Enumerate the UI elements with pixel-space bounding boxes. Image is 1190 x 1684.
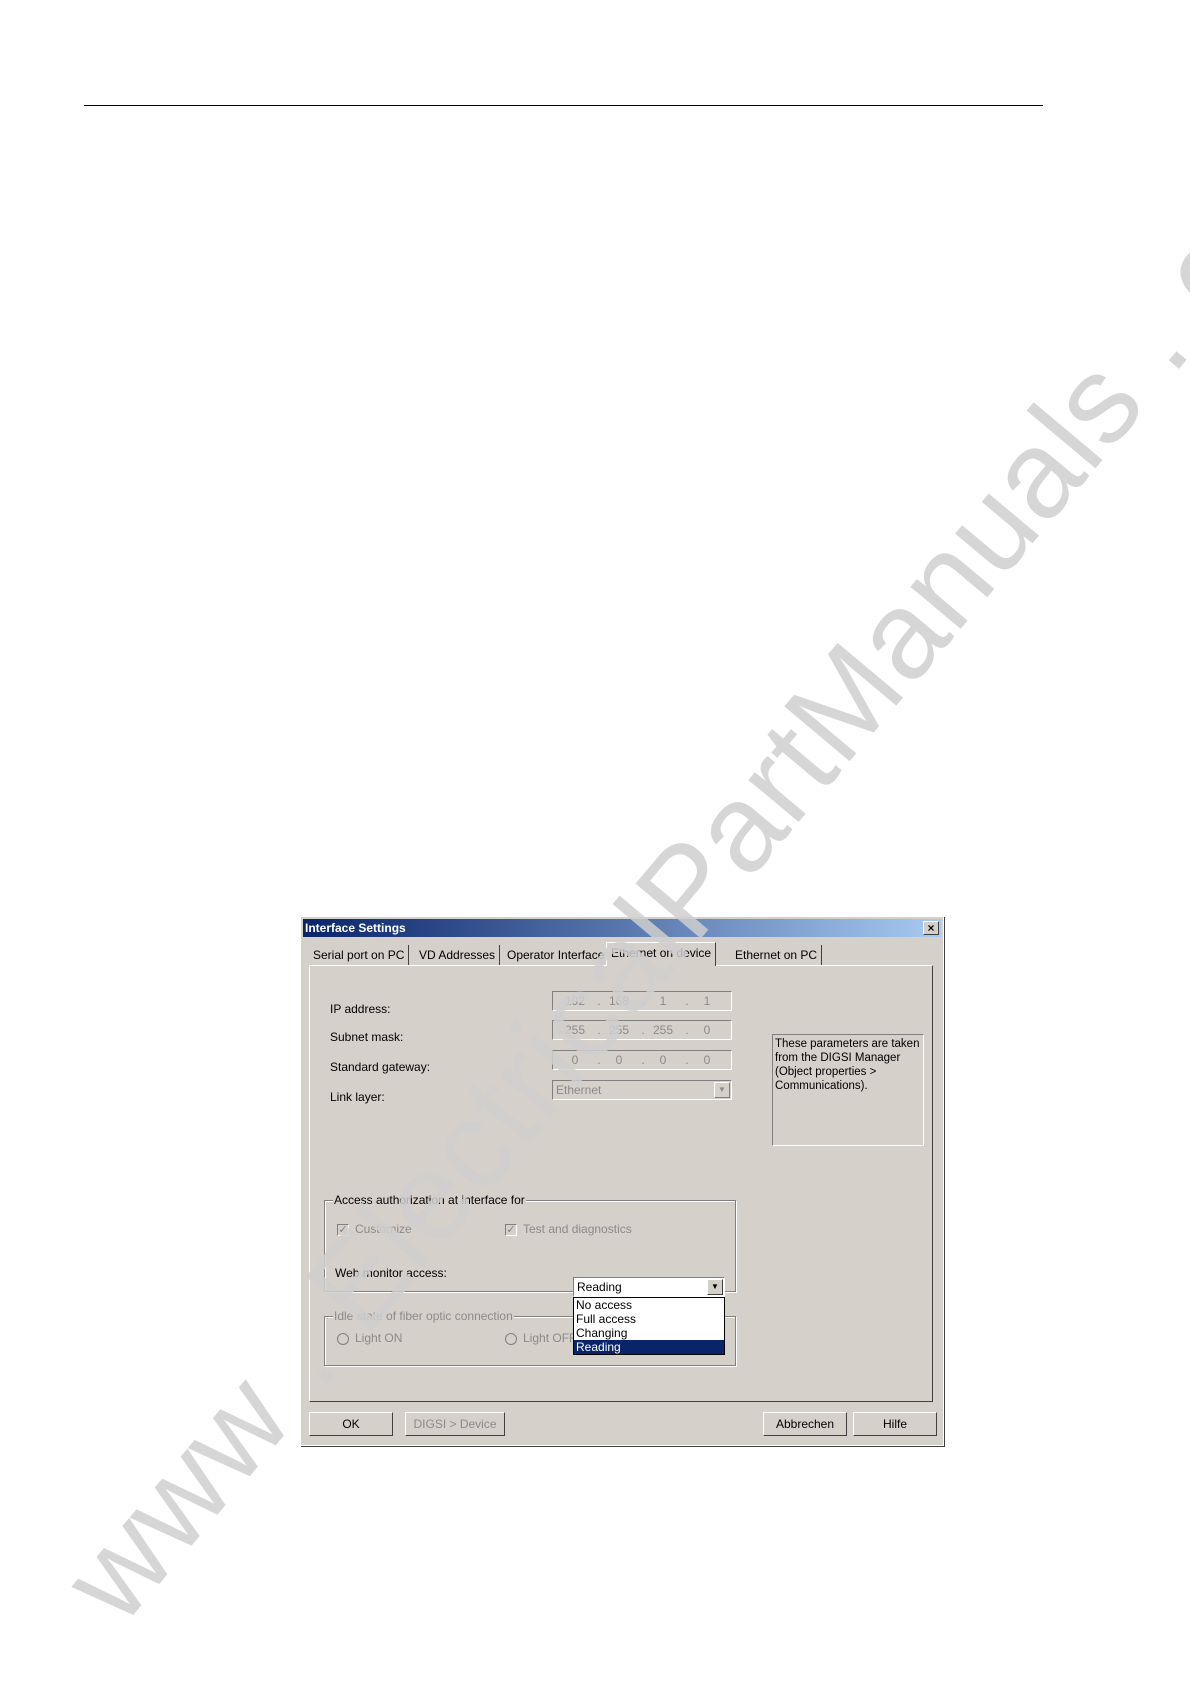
ip-address-label: IP address: — [330, 1002, 391, 1016]
test-diagnostics-label: Test and diagnostics — [523, 1222, 632, 1236]
checkmark-icon: ✓ — [506, 1224, 516, 1236]
light-on-label: Light ON — [355, 1331, 403, 1345]
subnet-mask-field[interactable]: 255 . 255 . 255 . 0 — [552, 1020, 732, 1040]
subnet-mask-label: Subnet mask: — [330, 1030, 404, 1044]
customize-checkbox[interactable]: ✓ — [337, 1224, 349, 1236]
tab-serial-port[interactable]: Serial port on PC — [309, 945, 410, 965]
web-monitor-select[interactable]: Reading ▼ — [573, 1277, 725, 1297]
subnet-octet: 255 — [564, 1023, 586, 1037]
ok-button[interactable]: OK — [309, 1412, 393, 1436]
help-button[interactable]: Hilfe — [853, 1412, 937, 1436]
access-authorization-title: Access authorization at interface for — [333, 1193, 526, 1207]
subnet-octet: 0 — [703, 1023, 711, 1037]
standard-gateway-label: Standard gateway: — [330, 1060, 431, 1074]
chevron-down-icon: ▼ — [714, 1082, 730, 1098]
light-on-radio[interactable] — [337, 1333, 349, 1345]
link-layer-label: Link layer: — [330, 1090, 385, 1104]
ip-octet: 1 — [703, 994, 711, 1008]
cancel-button[interactable]: Abbrechen — [763, 1412, 847, 1436]
web-monitor-value: Reading — [577, 1280, 622, 1294]
close-button[interactable]: × — [923, 921, 939, 935]
ip-octet: 1 — [659, 994, 667, 1008]
light-off-label: Light OFF — [523, 1331, 577, 1345]
web-monitor-dropdown: No access Full access Changing Reading — [573, 1297, 725, 1355]
digsi-device-button[interactable]: DIGSI > Device — [405, 1412, 505, 1436]
checkmark-icon: ✓ — [338, 1224, 348, 1236]
tab-ethernet-on-pc[interactable]: Ethernet on PC — [731, 945, 823, 965]
gateway-octet: 0 — [659, 1053, 667, 1067]
tab-operator-interface[interactable]: Operator Interface — [503, 945, 610, 965]
dropdown-option-selected[interactable]: Reading — [574, 1340, 724, 1354]
dialog-title: Interface Settings — [305, 921, 406, 935]
info-box: These parameters are taken from the DIGS… — [772, 1034, 924, 1146]
link-layer-select[interactable]: Ethernet ▼ — [552, 1080, 732, 1100]
test-diagnostics-checkbox[interactable]: ✓ — [505, 1224, 517, 1236]
subnet-octet: 255 — [608, 1023, 630, 1037]
ip-octet: 192 — [564, 994, 586, 1008]
dialog-titlebar: Interface Settings × — [303, 919, 941, 937]
header-rule — [84, 105, 1043, 106]
chevron-down-icon[interactable]: ▼ — [707, 1279, 723, 1295]
tab-vd-addresses[interactable]: VD Addresses — [415, 945, 501, 965]
dropdown-option[interactable]: Changing — [574, 1326, 724, 1340]
gateway-octet: 0 — [571, 1053, 579, 1067]
subnet-octet: 255 — [652, 1023, 674, 1037]
fiber-optic-title: Idle state of fiber optic connection — [333, 1309, 514, 1323]
dropdown-option[interactable]: No access — [574, 1298, 724, 1312]
gateway-octet: 0 — [615, 1053, 623, 1067]
dropdown-option[interactable]: Full access — [574, 1312, 724, 1326]
interface-settings-dialog: Interface Settings × Serial port on PC V… — [300, 916, 944, 1446]
gateway-octet: 0 — [703, 1053, 711, 1067]
link-layer-value: Ethernet — [556, 1083, 602, 1097]
standard-gateway-field[interactable]: 0 . 0 . 0 . 0 — [552, 1050, 732, 1070]
ip-octet: 168 — [608, 994, 630, 1008]
customize-label: Customize — [355, 1222, 412, 1236]
light-off-radio[interactable] — [505, 1333, 517, 1345]
tab-ethernet-on-device[interactable]: Ethernet on device — [606, 942, 717, 966]
ip-address-field[interactable]: 192 . 168 . 1 . 1 — [552, 991, 732, 1011]
close-icon: × — [927, 921, 935, 935]
web-monitor-label: Web monitor access: — [335, 1266, 447, 1280]
